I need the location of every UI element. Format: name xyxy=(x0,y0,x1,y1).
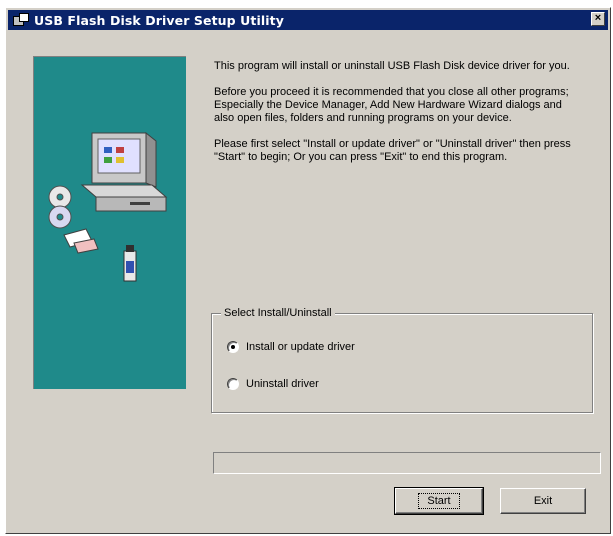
group-legend: Select Install/Uninstall xyxy=(221,307,335,320)
install-option[interactable]: Install or update driver xyxy=(227,341,355,353)
computer-illustration xyxy=(48,131,168,282)
start-button[interactable]: Start xyxy=(394,487,484,515)
intro-text: This program will install or uninstall U… xyxy=(214,60,582,177)
intro-paragraph-3: Please first select "Install or update d… xyxy=(214,138,571,163)
setup-dialog-window: USB Flash Disk Driver Setup Utility × Th… xyxy=(5,7,611,534)
computer-icon xyxy=(80,131,168,212)
progress-bar xyxy=(213,452,601,474)
close-icon[interactable]: × xyxy=(591,12,605,26)
intro-paragraph-2: Before you proceed it is recommended tha… xyxy=(214,86,569,124)
window-title: USB Flash Disk Driver Setup Utility xyxy=(34,12,284,28)
start-button-label[interactable]: Start xyxy=(418,493,460,509)
uninstall-option-label[interactable]: Uninstall driver xyxy=(246,378,319,390)
cd-icon xyxy=(48,185,72,229)
install-radio[interactable] xyxy=(227,341,239,353)
exit-button[interactable]: Exit xyxy=(500,488,586,514)
exit-button-label[interactable]: Exit xyxy=(534,495,552,507)
uninstall-option[interactable]: Uninstall driver xyxy=(227,378,319,390)
documents-icon xyxy=(63,228,99,254)
title-bar[interactable]: USB Flash Disk Driver Setup Utility × xyxy=(8,10,608,30)
flash-drive-icon xyxy=(123,245,137,282)
setup-app-icon xyxy=(13,13,29,27)
install-uninstall-group: Select Install/Uninstall Install or upda… xyxy=(211,307,593,413)
uninstall-radio[interactable] xyxy=(227,378,239,390)
side-illustration-panel xyxy=(33,56,186,389)
intro-paragraph-1: This program will install or uninstall U… xyxy=(214,60,570,72)
install-option-label[interactable]: Install or update driver xyxy=(246,341,355,353)
